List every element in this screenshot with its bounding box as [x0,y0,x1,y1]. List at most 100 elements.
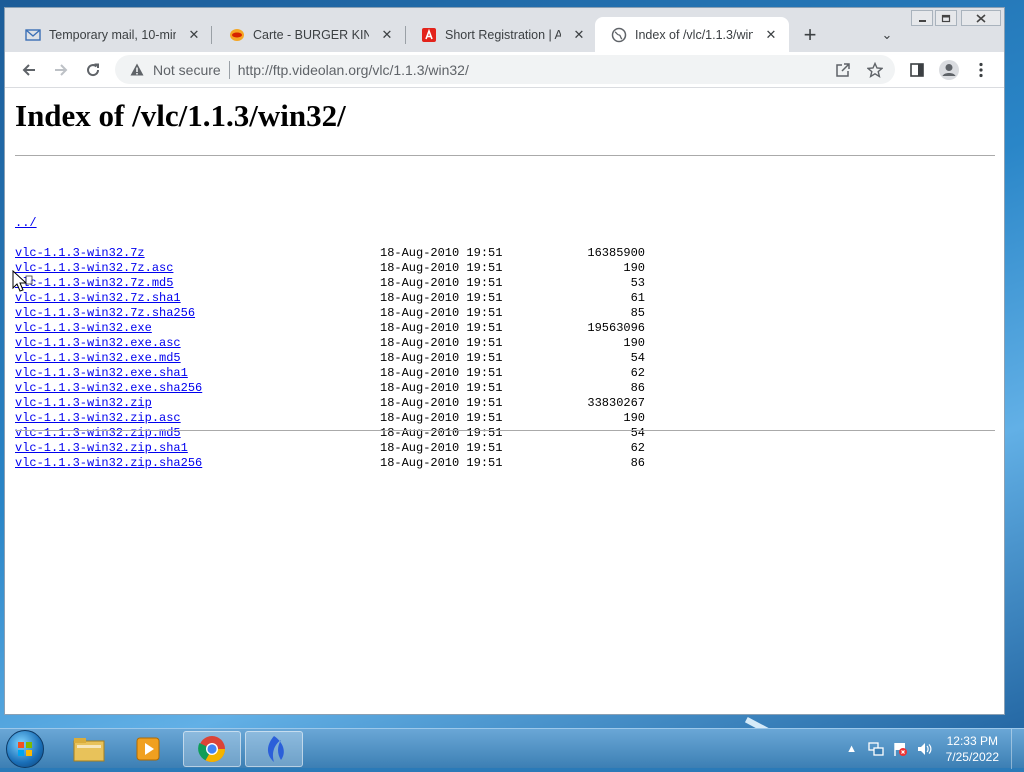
file-link[interactable]: vlc-1.1.3-win32.7z.sha256 [15,306,195,321]
close-tab-icon[interactable]: ✕ [377,25,397,45]
file-date: 18-Aug-2010 19:51 [380,456,503,470]
minimize-button[interactable] [911,10,933,26]
network-icon[interactable] [867,740,885,758]
bookmark-star-icon[interactable] [863,58,887,82]
restore-button[interactable] [935,10,957,26]
share-icon[interactable] [831,58,855,82]
file-size: 62 [630,366,645,380]
acrobat-icon [421,27,437,43]
media-player-icon[interactable] [120,731,178,767]
file-link[interactable]: vlc-1.1.3-win32.zip [15,396,152,411]
close-window-button[interactable] [961,10,1001,26]
file-size: 86 [630,456,645,470]
file-size: 54 [630,351,645,365]
file-explorer-icon[interactable] [60,731,118,767]
tab-strip: Temporary mail, 10-minute ✕ Carte - BURG… [5,8,1004,52]
file-size: 85 [630,306,645,320]
file-link[interactable]: vlc-1.1.3-win32.zip.sha1 [15,441,188,456]
file-link[interactable]: vlc-1.1.3-win32.7z [15,246,145,261]
file-link[interactable]: vlc-1.1.3-win32.7z.md5 [15,276,173,291]
chrome-icon[interactable] [183,731,241,767]
file-size: 19563096 [587,321,645,335]
file-link[interactable]: vlc-1.1.3-win32.exe.sha256 [15,381,202,396]
app-icon[interactable] [245,731,303,767]
file-link[interactable]: vlc-1.1.3-win32.zip.md5 [15,426,181,441]
globe-icon [611,27,627,43]
file-listing: ../ vlc-1.1.3-win32.7z 18-Aug-2010 19:51 1… [15,171,645,501]
forward-button[interactable] [47,56,75,84]
file-link[interactable]: vlc-1.1.3-win32.zip.asc [15,411,181,426]
file-size: 86 [630,381,645,395]
parent-directory-link[interactable]: ../ [15,216,37,231]
file-link[interactable]: vlc-1.1.3-win32.exe.md5 [15,351,181,366]
menu-kebab-icon[interactable] [967,56,995,84]
list-item: vlc-1.1.3-win32.exe 18-Aug-2010 19:51 1956… [15,321,645,336]
show-hidden-icons-icon[interactable]: ▲ [843,740,861,758]
file-date: 18-Aug-2010 19:51 [380,321,503,335]
file-date: 18-Aug-2010 19:51 [380,276,503,290]
bottom-divider [15,430,995,431]
list-item: vlc-1.1.3-win32.exe.md5 18-Aug-2010 19:51… [15,351,645,366]
list-item: ../ [15,201,73,230]
file-size: 61 [630,291,645,305]
back-button[interactable] [15,56,43,84]
list-item: vlc-1.1.3-win32.zip.sha1 18-Aug-2010 19:5… [15,441,645,456]
omnibox-divider [228,60,230,79]
list-item: vlc-1.1.3-win32.exe.asc 18-Aug-2010 19:51… [15,336,645,351]
file-link[interactable]: vlc-1.1.3-win32.7z.asc [15,261,173,276]
tab-title: Carte - BURGER KING FR [253,27,369,42]
tab-separator [211,26,212,44]
clock[interactable]: 12:33 PM 7/25/2022 [946,733,999,765]
tab-burger-king[interactable]: Carte - BURGER KING FR ✕ [213,17,405,52]
file-date: 18-Aug-2010 19:51 [380,381,503,395]
security-status[interactable]: Not secure [153,62,221,78]
clock-date: 7/25/2022 [945,750,999,764]
mail-icon [25,27,41,43]
tab-index-vlc[interactable]: Index of /vlc/1.1.3/win32/ ✕ [595,17,789,52]
list-item: vlc-1.1.3-win32.7z.sha256 18-Aug-2010 19:… [15,306,645,321]
action-center-icon[interactable] [891,740,909,758]
file-date: 18-Aug-2010 19:51 [380,396,503,410]
system-tray: ▲ 12:33 PM 7/25/2022 [840,729,1024,769]
url-text[interactable]: http://ftp.videolan.org/vlc/1.1.3/win32/ [238,62,831,78]
list-item: vlc-1.1.3-win32.zip.md5 18-Aug-2010 19:51… [15,426,645,441]
tab-search-icon[interactable]: ⌄ [875,23,899,47]
new-tab-button[interactable]: + [798,23,822,47]
address-bar[interactable]: Not secure http://ftp.videolan.org/vlc/1… [115,55,895,84]
file-date: 18-Aug-2010 19:51 [380,366,503,380]
file-link[interactable]: vlc-1.1.3-win32.exe [15,321,152,336]
side-panel-icon[interactable] [903,56,931,84]
file-date: 18-Aug-2010 19:51 [380,441,503,455]
file-date: 18-Aug-2010 19:51 [380,291,503,305]
start-button[interactable] [6,730,44,768]
close-tab-icon[interactable]: ✕ [761,25,781,45]
close-tab-icon[interactable]: ✕ [184,25,204,45]
tab-title: Index of /vlc/1.1.3/win32/ [635,27,753,42]
file-link[interactable]: vlc-1.1.3-win32.exe.asc [15,336,181,351]
reload-button[interactable] [79,56,107,84]
warning-icon[interactable] [129,62,145,78]
clock-time: 12:33 PM [946,734,998,748]
list-item: vlc-1.1.3-win32.zip 18-Aug-2010 19:51 3383… [15,396,645,411]
page-content: Index of /vlc/1.1.3/win32/ ../ vlc-1.1.3… [5,88,1004,714]
file-link[interactable]: vlc-1.1.3-win32.zip.sha256 [15,456,202,471]
file-size: 62 [630,441,645,455]
list-item: vlc-1.1.3-win32.zip.sha256 18-Aug-2010 19… [15,456,645,471]
taskbar: ▲ 12:33 PM 7/25/2022 [0,728,1024,769]
volume-icon[interactable] [915,740,933,758]
list-item: vlc-1.1.3-win32.zip.asc 18-Aug-2010 19:51… [15,411,645,426]
close-tab-icon[interactable]: ✕ [569,25,589,45]
tab-short-registration[interactable]: Short Registration | ACM ✕ [405,17,597,52]
tab-temporary-mail[interactable]: Temporary mail, 10-minute ✕ [9,17,212,52]
file-link[interactable]: vlc-1.1.3-win32.7z.sha1 [15,291,181,306]
file-size: 33830267 [587,396,645,410]
top-divider [15,155,995,156]
profile-avatar-icon[interactable] [935,56,963,84]
file-size: 190 [623,336,645,350]
show-desktop-button[interactable] [1011,729,1024,769]
file-size: 53 [630,276,645,290]
file-date: 18-Aug-2010 19:51 [380,306,503,320]
file-link[interactable]: vlc-1.1.3-win32.exe.sha1 [15,366,188,381]
file-size: 16385900 [587,246,645,260]
mouse-cursor-icon [12,270,33,292]
